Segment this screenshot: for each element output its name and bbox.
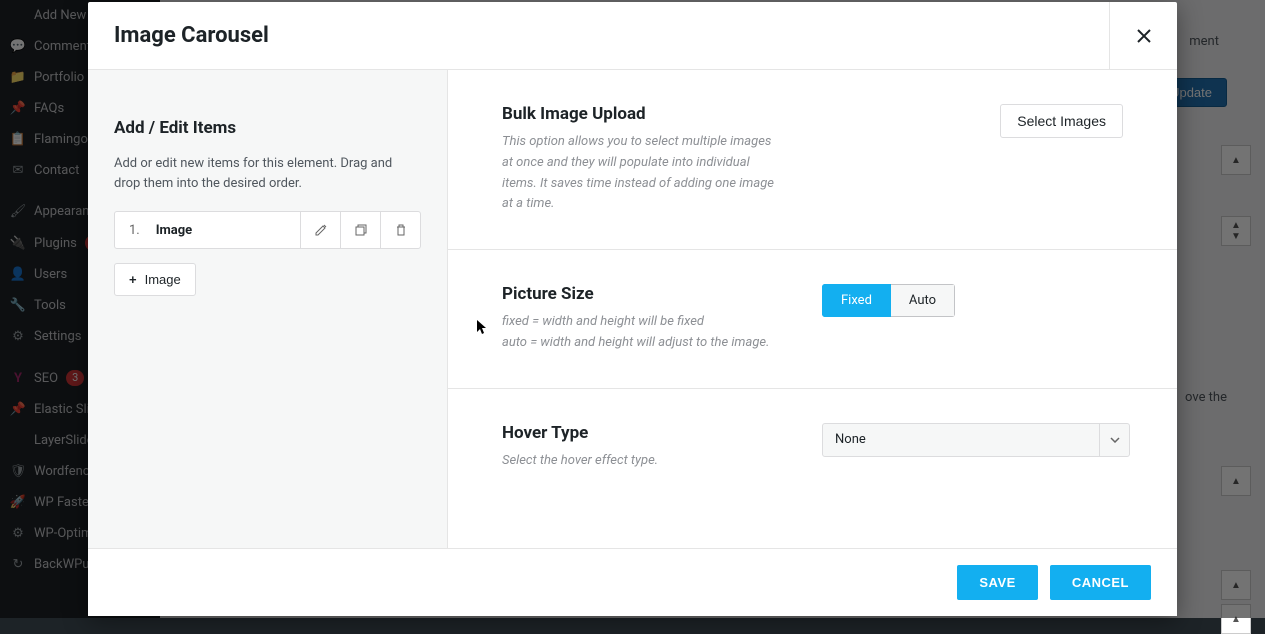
select-images-button[interactable]: Select Images [1000,104,1123,138]
clone-icon[interactable] [340,212,380,248]
hover-type-dropdown[interactable]: None [822,423,1130,457]
edit-icon[interactable] [300,212,340,248]
section-picture-size: Picture Size fixed = width and height wi… [448,250,1177,389]
item-number: 1. [129,223,140,238]
bulk-desc: This option allows you to select multipl… [502,132,782,215]
trash-icon[interactable] [380,212,420,248]
hover-desc: Select the hover effect type. [502,451,782,472]
image-carousel-modal: Image Carousel Add / Edit Items Add or e… [88,2,1177,616]
picture-size-segmented: Fixed Auto [822,284,955,317]
plus-icon: + [129,272,137,287]
section-hover-type: Hover Type Select the hover effect type.… [448,389,1177,482]
add-edit-heading: Add / Edit Items [114,118,421,138]
picture-fixed-option[interactable]: Fixed [822,284,891,317]
item-row[interactable]: 1. Image [114,211,421,249]
chevron-down-icon [1099,424,1129,456]
cancel-button[interactable]: CANCEL [1050,565,1151,600]
bulk-title: Bulk Image Upload [502,104,782,124]
picture-title: Picture Size [502,284,782,304]
item-label: 1. Image [115,212,300,248]
close-icon[interactable] [1109,2,1177,70]
picture-auto-option[interactable]: Auto [891,284,955,317]
section-bulk-upload: Bulk Image Upload This option allows you… [448,70,1177,250]
left-pane: Add / Edit Items Add or edit new items f… [88,70,448,548]
hover-title: Hover Type [502,423,782,443]
modal-footer: SAVE CANCEL [88,548,1177,616]
right-pane[interactable]: Bulk Image Upload This option allows you… [448,70,1177,548]
save-button[interactable]: SAVE [957,565,1037,600]
add-btn-label: Image [145,272,181,287]
item-name: Image [156,223,192,238]
modal-header: Image Carousel [88,2,1177,70]
add-edit-desc: Add or edit new items for this element. … [114,154,421,193]
hover-value: None [823,424,1099,456]
modal-title: Image Carousel [114,23,269,48]
picture-desc: fixed = width and height will be fixed a… [502,312,782,354]
add-image-button[interactable]: + Image [114,263,196,296]
